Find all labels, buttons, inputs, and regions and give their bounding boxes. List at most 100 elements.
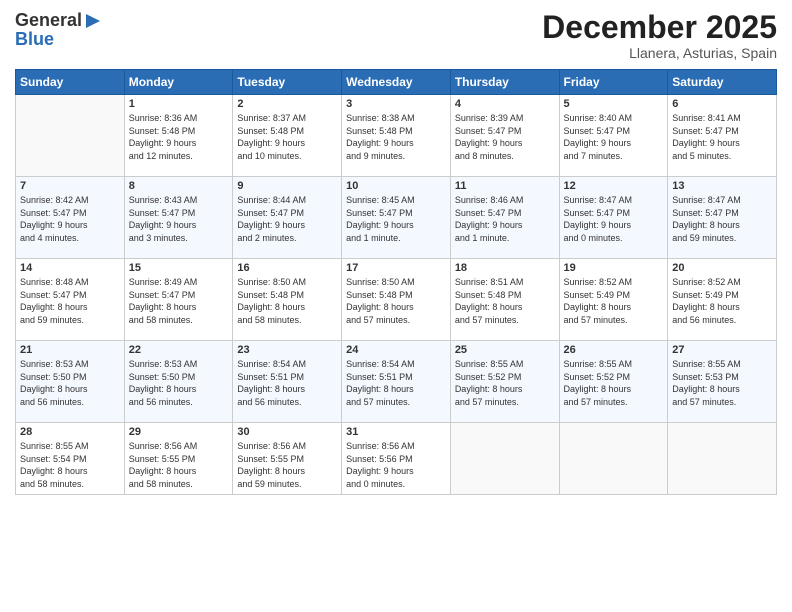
calendar-cell: 18Sunrise: 8:51 AMSunset: 5:48 PMDayligh… bbox=[450, 259, 559, 341]
day-number: 8 bbox=[129, 180, 229, 192]
day-number: 7 bbox=[20, 180, 120, 192]
calendar-cell: 23 Sunrise: 8:54 AMSunset: 5:51 PMDayligh… bbox=[233, 341, 342, 423]
day-number: 5 bbox=[564, 98, 664, 110]
calendar-cell: 19 Sunrise: 8:52 AMSunset: 5:49 PMDayligh… bbox=[559, 259, 668, 341]
calendar-week-row: 7Sunrise: 8:42 AMSunset: 5:47 PMDaylight… bbox=[16, 177, 777, 259]
day-number: 22 bbox=[129, 344, 229, 356]
day-number: 21 bbox=[20, 344, 120, 356]
day-number: 2 bbox=[237, 98, 337, 110]
day-number: 19 bbox=[564, 262, 664, 274]
day-info: Sunrise: 8:56 AMSunset: 5:55 PMDaylight:… bbox=[237, 440, 337, 490]
day-number: 9 bbox=[237, 180, 337, 192]
day-of-week-monday: Monday bbox=[124, 70, 233, 95]
day-info: Sunrise: 8:50 AMSunset: 5:48 PMDaylight:… bbox=[237, 276, 337, 326]
calendar-week-row: 21 Sunrise: 8:53 AMSunset: 5:50 PMDayligh… bbox=[16, 341, 777, 423]
calendar-cell bbox=[668, 423, 777, 494]
calendar-week-row: 1 Sunrise: 8:36 AMSunset: 5:48 PMDaylight… bbox=[16, 95, 777, 177]
day-info: Sunrise: 8:47 AMSunset: 5:47 PMDaylight:… bbox=[672, 194, 772, 244]
day-number: 25 bbox=[455, 344, 555, 356]
calendar-cell: 6 Sunrise: 8:41 AMSunset: 5:47 PMDaylight… bbox=[668, 95, 777, 177]
calendar-cell: 3 Sunrise: 8:38 AMSunset: 5:48 PMDaylight… bbox=[342, 95, 451, 177]
calendar-cell: 28Sunrise: 8:55 AMSunset: 5:54 PMDayligh… bbox=[16, 423, 125, 494]
day-info: Sunrise: 8:54 AMSunset: 5:51 PMDaylight:… bbox=[237, 358, 337, 408]
day-number: 12 bbox=[564, 180, 664, 192]
calendar-header-row: SundayMondayTuesdayWednesdayThursdayFrid… bbox=[16, 70, 777, 95]
calendar-cell: 8Sunrise: 8:43 AMSunset: 5:47 PMDaylight… bbox=[124, 177, 233, 259]
day-number: 28 bbox=[20, 426, 120, 438]
day-info: Sunrise: 8:39 AMSunset: 5:47 PMDaylight:… bbox=[455, 112, 555, 162]
logo-general: General bbox=[15, 10, 82, 31]
logo-blue: Blue bbox=[15, 29, 102, 50]
calendar-cell: 29Sunrise: 8:56 AMSunset: 5:55 PMDayligh… bbox=[124, 423, 233, 494]
day-number: 15 bbox=[129, 262, 229, 274]
calendar-cell: 16 Sunrise: 8:50 AMSunset: 5:48 PMDayligh… bbox=[233, 259, 342, 341]
calendar-cell: 27Sunrise: 8:55 AMSunset: 5:53 PMDayligh… bbox=[668, 341, 777, 423]
day-number: 13 bbox=[672, 180, 772, 192]
calendar-cell: 14Sunrise: 8:48 AMSunset: 5:47 PMDayligh… bbox=[16, 259, 125, 341]
day-number: 1 bbox=[129, 98, 229, 110]
calendar-cell: 24 Sunrise: 8:54 AMSunset: 5:51 PMDayligh… bbox=[342, 341, 451, 423]
day-number: 18 bbox=[455, 262, 555, 274]
page: General Blue December 2025 Llanera, Astu… bbox=[0, 0, 792, 612]
day-of-week-friday: Friday bbox=[559, 70, 668, 95]
day-of-week-tuesday: Tuesday bbox=[233, 70, 342, 95]
calendar-cell: 2Sunrise: 8:37 AMSunset: 5:48 PMDaylight… bbox=[233, 95, 342, 177]
day-number: 4 bbox=[455, 98, 555, 110]
day-number: 20 bbox=[672, 262, 772, 274]
day-info: Sunrise: 8:44 AMSunset: 5:47 PMDaylight:… bbox=[237, 194, 337, 244]
day-number: 23 bbox=[237, 344, 337, 356]
calendar-cell: 15 Sunrise: 8:49 AMSunset: 5:47 PMDayligh… bbox=[124, 259, 233, 341]
calendar: SundayMondayTuesdayWednesdayThursdayFrid… bbox=[15, 69, 777, 494]
calendar-cell: 22 Sunrise: 8:53 AMSunset: 5:50 PMDayligh… bbox=[124, 341, 233, 423]
day-info: Sunrise: 8:56 AMSunset: 5:56 PMDaylight:… bbox=[346, 440, 446, 490]
day-number: 24 bbox=[346, 344, 446, 356]
calendar-cell: 11 Sunrise: 8:46 AMSunset: 5:47 PMDayligh… bbox=[450, 177, 559, 259]
calendar-cell: 13 Sunrise: 8:47 AMSunset: 5:47 PMDayligh… bbox=[668, 177, 777, 259]
day-number: 3 bbox=[346, 98, 446, 110]
calendar-cell: 21Sunrise: 8:53 AMSunset: 5:50 PMDayligh… bbox=[16, 341, 125, 423]
day-info: Sunrise: 8:38 AMSunset: 5:48 PMDaylight:… bbox=[346, 112, 446, 162]
day-of-week-thursday: Thursday bbox=[450, 70, 559, 95]
calendar-cell: 10Sunrise: 8:45 AMSunset: 5:47 PMDayligh… bbox=[342, 177, 451, 259]
day-number: 6 bbox=[672, 98, 772, 110]
day-number: 31 bbox=[346, 426, 446, 438]
calendar-week-row: 28Sunrise: 8:55 AMSunset: 5:54 PMDayligh… bbox=[16, 423, 777, 494]
day-info: Sunrise: 8:41 AMSunset: 5:47 PMDaylight:… bbox=[672, 112, 772, 162]
day-info: Sunrise: 8:52 AMSunset: 5:49 PMDaylight:… bbox=[564, 276, 664, 326]
logo: General Blue bbox=[15, 10, 102, 50]
calendar-cell: 25Sunrise: 8:55 AMSunset: 5:52 PMDayligh… bbox=[450, 341, 559, 423]
day-info: Sunrise: 8:45 AMSunset: 5:47 PMDaylight:… bbox=[346, 194, 446, 244]
calendar-week-row: 14Sunrise: 8:48 AMSunset: 5:47 PMDayligh… bbox=[16, 259, 777, 341]
day-number: 11 bbox=[455, 180, 555, 192]
day-number: 14 bbox=[20, 262, 120, 274]
calendar-cell: 30Sunrise: 8:56 AMSunset: 5:55 PMDayligh… bbox=[233, 423, 342, 494]
day-number: 29 bbox=[129, 426, 229, 438]
day-info: Sunrise: 8:46 AMSunset: 5:47 PMDaylight:… bbox=[455, 194, 555, 244]
day-info: Sunrise: 8:52 AMSunset: 5:49 PMDaylight:… bbox=[672, 276, 772, 326]
day-info: Sunrise: 8:53 AMSunset: 5:50 PMDaylight:… bbox=[129, 358, 229, 408]
header: General Blue December 2025 Llanera, Astu… bbox=[15, 10, 777, 61]
calendar-cell: 9 Sunrise: 8:44 AMSunset: 5:47 PMDaylight… bbox=[233, 177, 342, 259]
calendar-cell: 26Sunrise: 8:55 AMSunset: 5:52 PMDayligh… bbox=[559, 341, 668, 423]
day-number: 16 bbox=[237, 262, 337, 274]
calendar-cell: 31 Sunrise: 8:56 AMSunset: 5:56 PMDayligh… bbox=[342, 423, 451, 494]
location: Llanera, Asturias, Spain bbox=[542, 45, 777, 61]
day-info: Sunrise: 8:36 AMSunset: 5:48 PMDaylight:… bbox=[129, 112, 229, 162]
calendar-cell: 12Sunrise: 8:47 AMSunset: 5:47 PMDayligh… bbox=[559, 177, 668, 259]
day-of-week-saturday: Saturday bbox=[668, 70, 777, 95]
day-info: Sunrise: 8:54 AMSunset: 5:51 PMDaylight:… bbox=[346, 358, 446, 408]
day-of-week-wednesday: Wednesday bbox=[342, 70, 451, 95]
day-info: Sunrise: 8:50 AMSunset: 5:48 PMDaylight:… bbox=[346, 276, 446, 326]
calendar-cell bbox=[559, 423, 668, 494]
title-area: December 2025 Llanera, Asturias, Spain bbox=[542, 10, 777, 61]
calendar-cell: 1 Sunrise: 8:36 AMSunset: 5:48 PMDaylight… bbox=[124, 95, 233, 177]
day-info: Sunrise: 8:49 AMSunset: 5:47 PMDaylight:… bbox=[129, 276, 229, 326]
calendar-cell: 17Sunrise: 8:50 AMSunset: 5:48 PMDayligh… bbox=[342, 259, 451, 341]
day-number: 27 bbox=[672, 344, 772, 356]
day-info: Sunrise: 8:55 AMSunset: 5:52 PMDaylight:… bbox=[564, 358, 664, 408]
day-of-week-sunday: Sunday bbox=[16, 70, 125, 95]
day-info: Sunrise: 8:40 AMSunset: 5:47 PMDaylight:… bbox=[564, 112, 664, 162]
calendar-cell: 4 Sunrise: 8:39 AMSunset: 5:47 PMDaylight… bbox=[450, 95, 559, 177]
calendar-cell: 20 Sunrise: 8:52 AMSunset: 5:49 PMDayligh… bbox=[668, 259, 777, 341]
calendar-cell: 5 Sunrise: 8:40 AMSunset: 5:47 PMDaylight… bbox=[559, 95, 668, 177]
